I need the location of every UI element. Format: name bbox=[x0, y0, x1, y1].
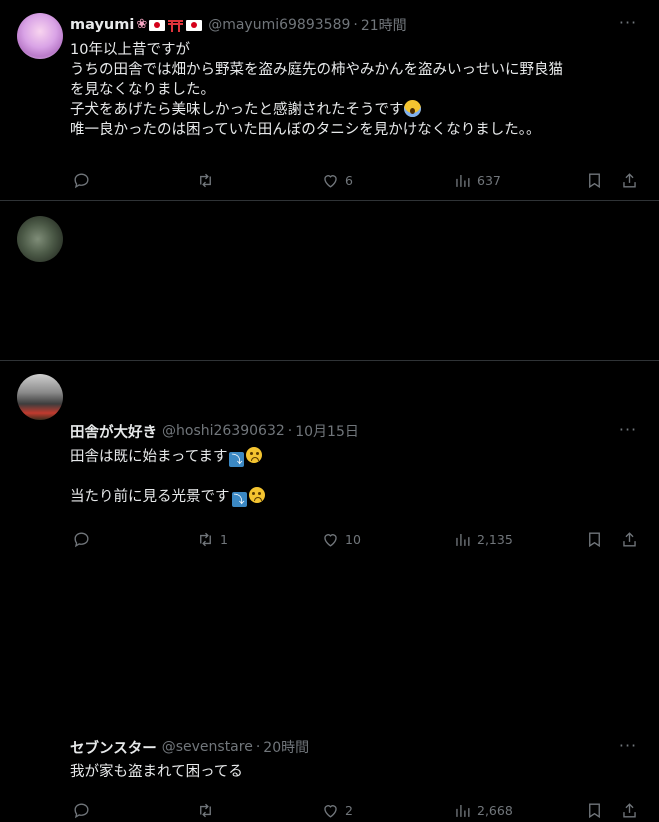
share-icon bbox=[623, 172, 636, 188]
tweet[interactable]: 田舎が大好き @hoshi26390632 · 10月15日 ··· 田舎は既に… bbox=[0, 201, 659, 547]
more-options-icon[interactable]: ··· bbox=[617, 14, 639, 36]
more-options-icon[interactable]: ··· bbox=[617, 737, 639, 759]
views-button[interactable]: 637 bbox=[453, 168, 501, 192]
timestamp[interactable]: 20時間 bbox=[263, 737, 309, 757]
share-icon bbox=[623, 802, 636, 818]
text-line: を見なくなりました。 bbox=[70, 82, 215, 98]
tweet[interactable]: セブンスター @sevenstare · 20時間 ··· 我が家も盗まれて困っ… bbox=[0, 361, 659, 818]
retweet-icon bbox=[200, 803, 211, 817]
like-count: 10 bbox=[345, 531, 361, 547]
reply-button[interactable] bbox=[72, 798, 96, 822]
handle[interactable]: @mayumi69893589 bbox=[208, 17, 350, 33]
tweet-header: mayumi ❀ @mayumi69893589 · 21時間 bbox=[70, 14, 407, 36]
like-button[interactable]: 2 bbox=[321, 798, 353, 822]
text-line-with-emoji: 当たり前に見る光景です ⤵ bbox=[70, 487, 639, 507]
retweet-button[interactable]: 1 bbox=[196, 527, 228, 551]
bookmark-icon bbox=[589, 172, 600, 188]
bookmark-icon bbox=[589, 802, 600, 818]
torii-gate-icon bbox=[168, 19, 184, 32]
retweet-icon bbox=[200, 532, 211, 546]
share-button[interactable] bbox=[620, 527, 639, 551]
worried-face-icon bbox=[248, 487, 265, 503]
action-bar: 2 2,668 bbox=[70, 798, 642, 822]
japan-flag-icon bbox=[186, 19, 203, 31]
bookmark-button[interactable] bbox=[585, 527, 604, 551]
like-count: 2 bbox=[345, 802, 353, 818]
screaming-face-icon bbox=[403, 100, 421, 117]
text-line-with-emoji: 子犬をあげたら美味しかったと感謝されたそうです bbox=[70, 100, 639, 120]
share-button[interactable] bbox=[620, 798, 639, 822]
reply-feed: mayumi ❀ @mayumi69893589 · 21時間 ··· 10年以… bbox=[0, 0, 659, 818]
tweet-header: セブンスター @sevenstare · 20時間 bbox=[70, 736, 309, 758]
views-button[interactable]: 2,135 bbox=[453, 527, 513, 551]
heart-icon bbox=[324, 174, 337, 188]
reply-icon bbox=[74, 531, 89, 547]
like-count: 6 bbox=[345, 172, 353, 188]
reply-button[interactable] bbox=[72, 527, 96, 551]
avatar[interactable] bbox=[17, 374, 63, 420]
views-icon bbox=[456, 804, 470, 817]
retweet-icon bbox=[200, 173, 211, 187]
bookmark-button[interactable] bbox=[585, 168, 604, 192]
text-line: 当たり前に見る光景です bbox=[70, 489, 230, 505]
reply-icon bbox=[74, 172, 89, 188]
timestamp[interactable]: 21時間 bbox=[361, 15, 407, 35]
views-button[interactable]: 2,668 bbox=[453, 798, 513, 822]
reply-button[interactable] bbox=[72, 168, 96, 192]
view-count: 2,668 bbox=[477, 802, 513, 818]
heart-icon bbox=[324, 533, 337, 547]
name-emoji-badges: ❀ bbox=[136, 17, 203, 33]
heart-icon bbox=[324, 804, 337, 818]
avatar[interactable] bbox=[17, 216, 63, 262]
tweet[interactable]: mayumi ❀ @mayumi69893589 · 21時間 ··· 10年以… bbox=[0, 0, 659, 201]
text-line: 子犬をあげたら美味しかったと感謝されたそうです bbox=[70, 102, 404, 118]
text-line: 10年以上昔ですが bbox=[70, 42, 190, 58]
bookmark-button[interactable] bbox=[585, 798, 604, 822]
tweet-text: 10年以上昔ですが うちの田舎では畑から野菜を盗み庭先の柿やみかんを盗みいっせい… bbox=[70, 40, 639, 140]
view-count: 637 bbox=[477, 172, 501, 188]
retweet-button[interactable] bbox=[196, 168, 220, 192]
separator-dot: · bbox=[353, 17, 358, 33]
action-bar: 1 10 2,135 bbox=[70, 527, 642, 551]
text-line: 唯一良かったのは困っていた田んぼのタニシを見かけなくなりました。。 bbox=[70, 122, 541, 138]
text-line: 我が家も盗まれて困ってる bbox=[70, 764, 243, 780]
display-name[interactable]: セブンスター bbox=[70, 737, 157, 758]
avatar[interactable] bbox=[17, 13, 63, 59]
bookmark-icon bbox=[589, 531, 600, 547]
views-icon bbox=[456, 174, 470, 187]
cherry-blossom-icon: ❀ bbox=[136, 17, 148, 32]
views-icon bbox=[456, 533, 470, 546]
handle[interactable]: @sevenstare bbox=[162, 739, 253, 755]
share-button[interactable] bbox=[620, 168, 639, 192]
action-bar: 6 637 bbox=[70, 168, 642, 192]
japan-flag-icon bbox=[149, 19, 166, 31]
retweet-count: 1 bbox=[220, 531, 228, 547]
view-count: 2,135 bbox=[477, 531, 513, 547]
arrow-down-icon: ⤵ bbox=[231, 492, 247, 507]
reply-icon bbox=[74, 802, 89, 818]
like-button[interactable]: 10 bbox=[321, 527, 361, 551]
retweet-button[interactable] bbox=[196, 798, 220, 822]
tweet-text: 我が家も盗まれて困ってる bbox=[70, 762, 639, 782]
text-line: うちの田舎では畑から野菜を盗み庭先の柿やみかんを盗みいっせいに野良猫 bbox=[70, 62, 563, 78]
display-name[interactable]: mayumi bbox=[70, 17, 134, 33]
share-icon bbox=[623, 531, 636, 547]
like-button[interactable]: 6 bbox=[321, 168, 353, 192]
separator-dot: · bbox=[255, 739, 261, 755]
